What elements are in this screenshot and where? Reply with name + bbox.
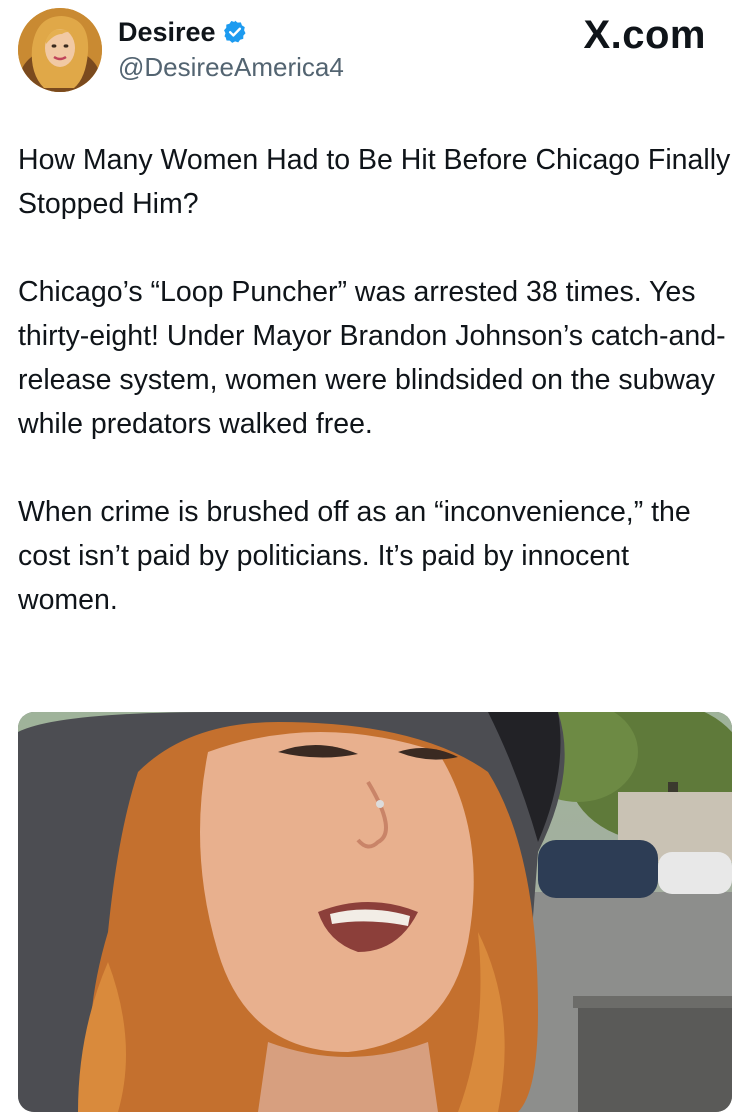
author-avatar[interactable] [18,8,102,92]
tweet-paragraph: Chicago’s “Loop Puncher” was arrested 38… [18,276,726,440]
author-name-row: Desiree [118,14,248,50]
photo-woman-in-hood-icon [18,712,732,1112]
profile-photo-icon [18,8,102,92]
tweet-media[interactable] [18,712,732,1112]
author-handle[interactable]: @DesireeAmerica4 [118,50,344,84]
tweet-paragraph: How Many Women Had to Be Hit Before Chic… [18,144,739,220]
brand-label: X.com [583,13,706,57]
tweet-paragraph: When crime is brushed off as an “inconve… [18,496,699,616]
verified-badge-icon [223,20,246,43]
author-display-name[interactable]: Desiree [118,14,216,50]
tweet-body: How Many Women Had to Be Hit Before Chic… [18,138,734,622]
tweet-header: Desiree @DesireeAmerica4 X.com [0,0,750,100]
